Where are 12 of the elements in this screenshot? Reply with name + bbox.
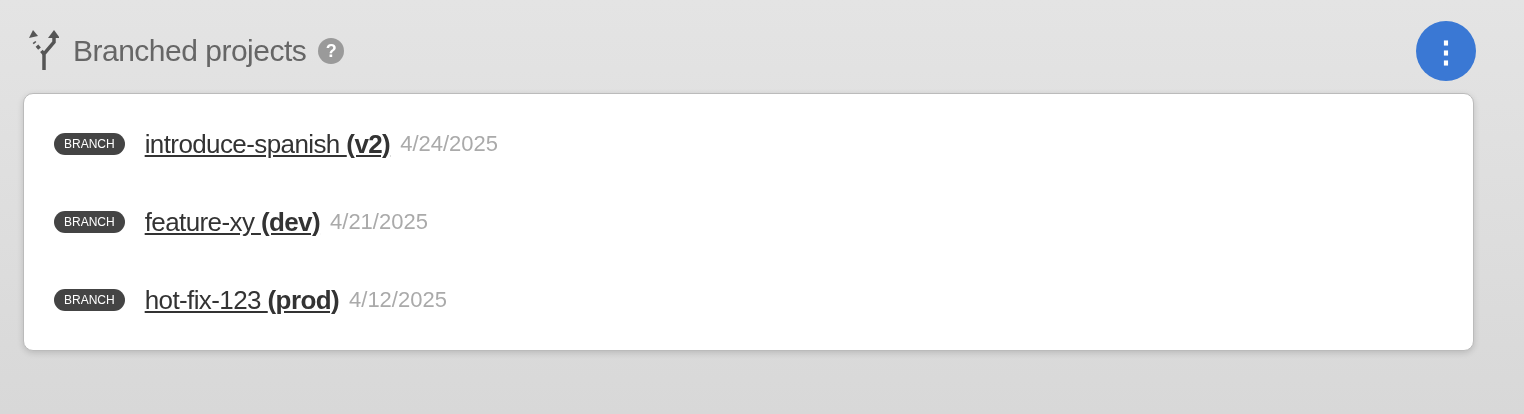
branch-badge: BRANCH bbox=[54, 211, 125, 233]
branch-badge: BRANCH bbox=[54, 289, 125, 311]
branch-date: 4/21/2025 bbox=[330, 209, 428, 235]
branch-link[interactable]: feature-xy (dev) bbox=[144, 206, 321, 238]
branch-icon bbox=[29, 30, 59, 72]
branch-badge: BRANCH bbox=[54, 133, 125, 155]
more-menu-button[interactable]: ⋮ bbox=[1416, 21, 1476, 81]
section-title: Branched projects bbox=[73, 34, 307, 68]
branch-date: 4/12/2025 bbox=[349, 287, 447, 313]
branch-date: 4/24/2025 bbox=[400, 131, 499, 157]
branch-link[interactable]: hot-fix-123 (prod) bbox=[144, 284, 340, 316]
branch-link[interactable]: introduce-spanish (v2) bbox=[144, 128, 391, 160]
